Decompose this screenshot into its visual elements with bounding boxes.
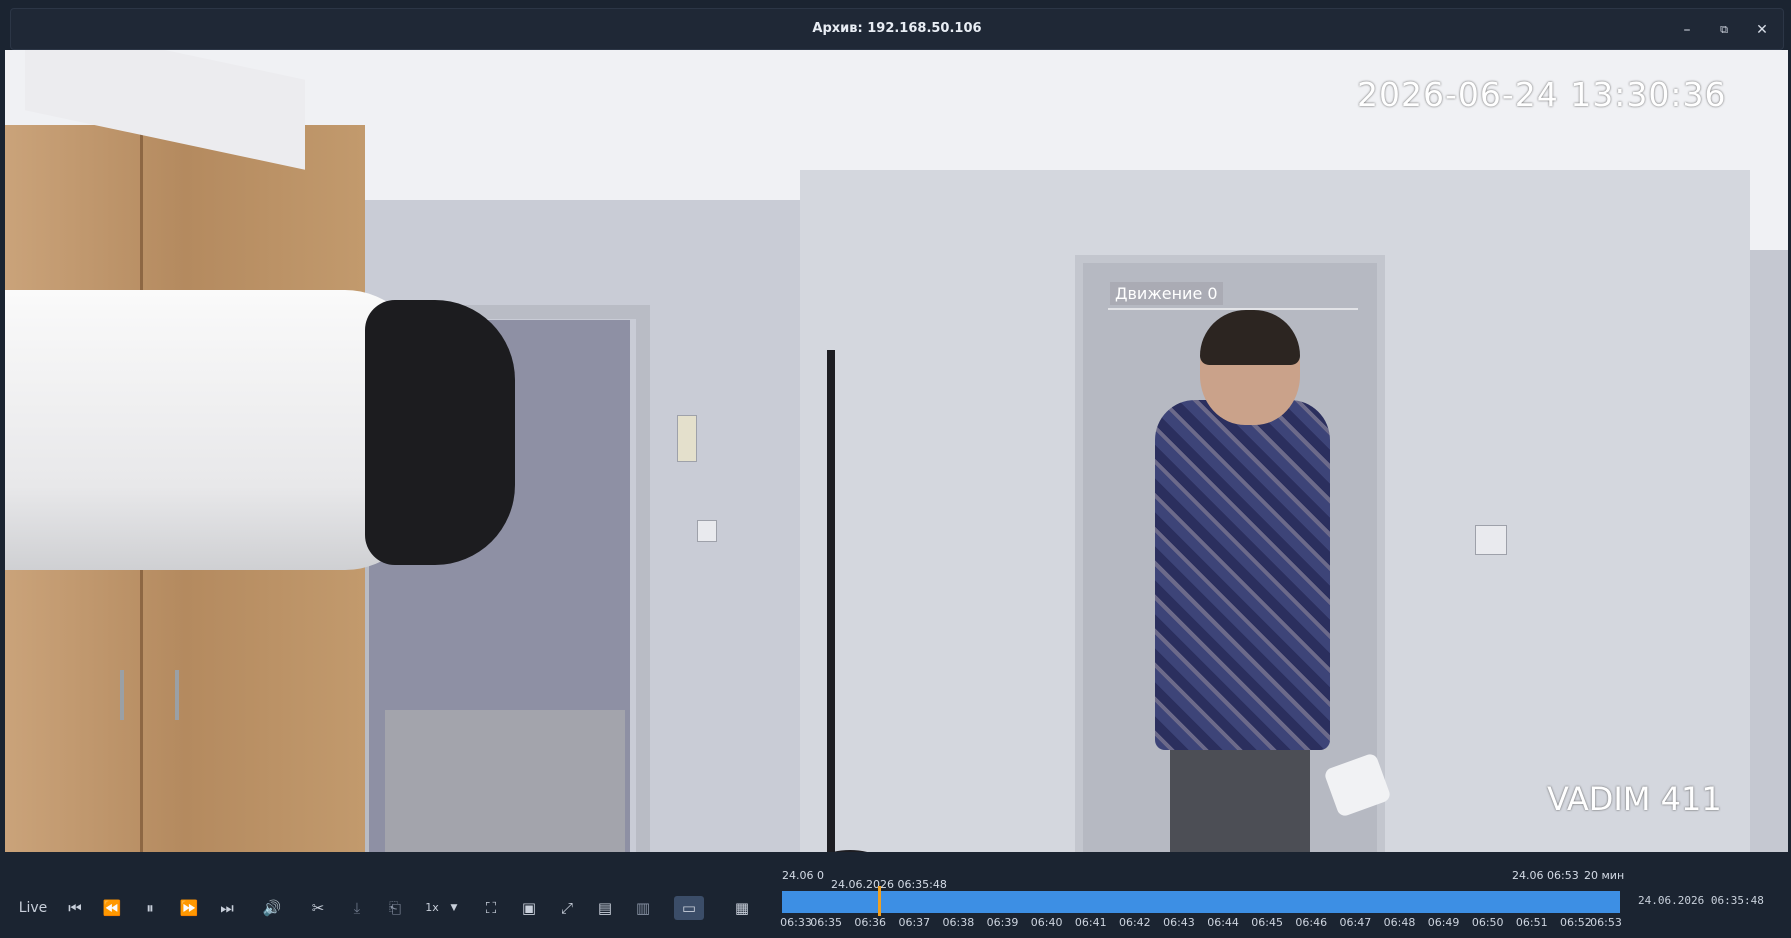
timeline-tick: 06:48 [1383, 916, 1416, 929]
window-title: Архив: 192.168.50.106 [812, 21, 982, 36]
motion-detection-box [1108, 308, 1358, 852]
skip-forward-icon[interactable]: ⏭ [216, 896, 238, 920]
timeline-tick: 06:47 [1339, 916, 1372, 929]
timeline-tick: 06:50 [1471, 916, 1504, 929]
timeline-tick: 06:40 [1030, 916, 1063, 929]
pause-icon[interactable]: ⏸ [139, 896, 161, 920]
restore-icon[interactable]: ⧉ [1713, 19, 1735, 41]
timeline-tick: 06:39 [986, 916, 1019, 929]
timeline-tick: 06:45 [1251, 916, 1284, 929]
timeline-tick: 06:51 [1515, 916, 1548, 929]
video-view[interactable]: 2026-06-24 13:30:36 VADIM 411 Движение 0 [5, 50, 1788, 852]
speed-selector[interactable]: 1x [420, 896, 444, 920]
fullscreen-icon[interactable]: ⤢ [556, 896, 578, 920]
timeline-tick: 06:41 [1074, 916, 1107, 929]
timeline-end-label: 24.06 06:53 [1512, 869, 1579, 882]
timeline-bar[interactable] [782, 891, 1620, 913]
archive-window: Архив: 192.168.50.106 – ⧉ ✕ 2026-06-24 1… [0, 0, 1791, 938]
snapshot-icon[interactable]: ▣ [518, 896, 540, 920]
minimize-icon[interactable]: – [1676, 19, 1698, 41]
export-icon[interactable]: ⎗ [384, 896, 406, 920]
foreground-camera-lens [365, 300, 515, 565]
motion-label: Движение 0 [1110, 282, 1223, 305]
download-icon[interactable]: ⤓ [346, 896, 368, 920]
timeline-tick: 06:37 [898, 916, 931, 929]
speed-dropdown-icon[interactable]: ▼ [446, 896, 462, 920]
timeline-span-label: 20 мин [1584, 869, 1625, 882]
osd-datetime: 2026-06-24 13:30:36 [1357, 75, 1727, 114]
live-button[interactable]: Live [18, 896, 48, 920]
timeline-tick: 06:53 [1590, 916, 1622, 929]
fit-icon[interactable]: ⛶ [480, 896, 502, 920]
osd-camera-name: VADIM 411 [1547, 780, 1722, 818]
timeline-tick: 06:52 [1560, 916, 1592, 929]
timeline-cursor-label: 24.06.2026 06:35:48 [831, 878, 947, 891]
cabinet-handle [175, 670, 179, 720]
cabinet-handle [120, 670, 124, 720]
foreground-camera-body [5, 290, 425, 570]
timeline-tick: 06:42 [1118, 916, 1151, 929]
bookmark-icon[interactable]: ▤ [594, 896, 616, 920]
current-datetime: 24.06.2026 06:35:48 [1638, 894, 1764, 907]
coat-rack [827, 350, 835, 852]
timeline-ticks: 06:33 06:35 06:36 06:37 06:38 06:39 06:40 06:41… [780, 916, 1622, 932]
rewind-icon[interactable]: ⏪ [101, 896, 123, 920]
title-bar[interactable]: Архив: 192.168.50.106 – ⧉ ✕ [10, 8, 1784, 50]
wall-switch [1475, 525, 1507, 555]
timeline-tick: 06:46 [1295, 916, 1328, 929]
timeline-tick: 06:33 [780, 916, 812, 929]
timeline-tick: 06:43 [1163, 916, 1195, 929]
timeline-tick: 06:49 [1427, 916, 1460, 929]
timeline-tick: 06:36 [854, 916, 887, 929]
fast-forward-icon[interactable]: ⏩ [178, 896, 200, 920]
skip-back-icon[interactable]: ⏮ [64, 896, 86, 920]
volume-icon[interactable]: 🔊 [261, 896, 283, 920]
timeline-tick: 06:35 [810, 916, 842, 929]
timeline-start-label: 24.06 0 [782, 869, 824, 882]
calendar-icon[interactable]: ▦ [731, 896, 753, 920]
cut-icon[interactable]: ✂ [307, 896, 329, 920]
timeline-cursor[interactable] [878, 886, 881, 916]
timeline-tick: 06:44 [1207, 916, 1239, 929]
subtitles-icon[interactable]: ▭ [674, 896, 704, 920]
timeline-tick: 06:38 [942, 916, 975, 929]
close-icon[interactable]: ✕ [1751, 19, 1773, 41]
panel-icon[interactable]: ▥ [632, 896, 654, 920]
intercom-panel [677, 415, 697, 462]
wall-switch [697, 520, 717, 542]
